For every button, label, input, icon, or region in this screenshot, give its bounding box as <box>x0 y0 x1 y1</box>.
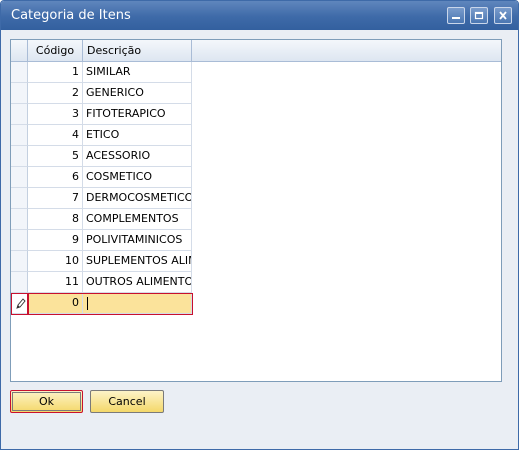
row-selector[interactable] <box>11 251 28 272</box>
codigo-cell[interactable]: 8 <box>28 209 83 230</box>
row-selector[interactable] <box>11 125 28 146</box>
descricao-cell[interactable]: COMPLEMENTOS <box>83 209 192 230</box>
title-bar[interactable]: Categoria de Itens <box>1 1 518 30</box>
row-selector[interactable] <box>11 167 28 188</box>
cancel-button[interactable]: Cancel <box>90 390 164 413</box>
row-selector[interactable] <box>11 230 28 251</box>
descricao-cell[interactable]: ETICO <box>83 125 192 146</box>
descricao-input[interactable] <box>83 293 192 314</box>
minimize-button[interactable] <box>447 7 465 24</box>
row-selector[interactable] <box>11 188 28 209</box>
codigo-input[interactable]: 0 <box>28 293 83 314</box>
pencil-icon <box>16 298 26 309</box>
close-button[interactable] <box>494 7 512 24</box>
codigo-cell[interactable]: 3 <box>28 104 83 125</box>
row-selector[interactable] <box>11 83 28 104</box>
column-header-descricao[interactable]: Descrição <box>83 40 192 62</box>
header-filler <box>192 40 501 62</box>
close-icon <box>499 11 507 20</box>
column-header-codigo[interactable]: Código <box>28 40 83 62</box>
descricao-cell[interactable]: SIMILAR <box>83 62 192 83</box>
codigo-cell[interactable]: 4 <box>28 125 83 146</box>
descricao-cell[interactable]: FITOTERAPICO <box>83 104 192 125</box>
ok-button[interactable]: Ok <box>10 390 83 413</box>
descricao-cell[interactable]: COSMETICO <box>83 167 192 188</box>
row-selector[interactable] <box>11 62 28 83</box>
codigo-cell[interactable]: 7 <box>28 188 83 209</box>
row-selector[interactable] <box>11 272 28 293</box>
minimize-icon <box>452 17 460 19</box>
codigo-cell[interactable]: 2 <box>28 83 83 104</box>
descricao-cell[interactable]: ACESSORIO <box>83 146 192 167</box>
window-title: Categoria de Itens <box>11 8 131 23</box>
text-caret <box>87 297 88 310</box>
maximize-button[interactable] <box>470 7 488 24</box>
row-selector[interactable] <box>11 104 28 125</box>
codigo-cell[interactable]: 10 <box>28 251 83 272</box>
codigo-cell[interactable]: 11 <box>28 272 83 293</box>
codigo-cell[interactable]: 5 <box>28 146 83 167</box>
descricao-cell[interactable]: SUPLEMENTOS ALIM. <box>83 251 192 272</box>
descricao-cell[interactable]: GENERICO <box>83 83 192 104</box>
maximize-icon <box>474 11 484 20</box>
descricao-cell[interactable]: OUTROS ALIMENTOS <box>83 272 192 293</box>
dialog-window: Categoria de Itens Código Descrição 1 SIM… <box>0 0 519 450</box>
items-grid[interactable]: Código Descrição 1 SIMILAR 2 GENERICO 3 FITOT… <box>10 39 502 382</box>
row-selector[interactable] <box>11 209 28 230</box>
codigo-cell[interactable]: 9 <box>28 230 83 251</box>
row-selector[interactable] <box>11 146 28 167</box>
descricao-cell[interactable]: POLIVITAMINICOS <box>83 230 192 251</box>
descricao-cell[interactable]: DERMOCOSMETICO <box>83 188 192 209</box>
codigo-cell[interactable]: 6 <box>28 167 83 188</box>
row-selector-header[interactable] <box>11 40 28 62</box>
codigo-cell[interactable]: 1 <box>28 62 83 83</box>
row-selector[interactable] <box>11 293 28 314</box>
